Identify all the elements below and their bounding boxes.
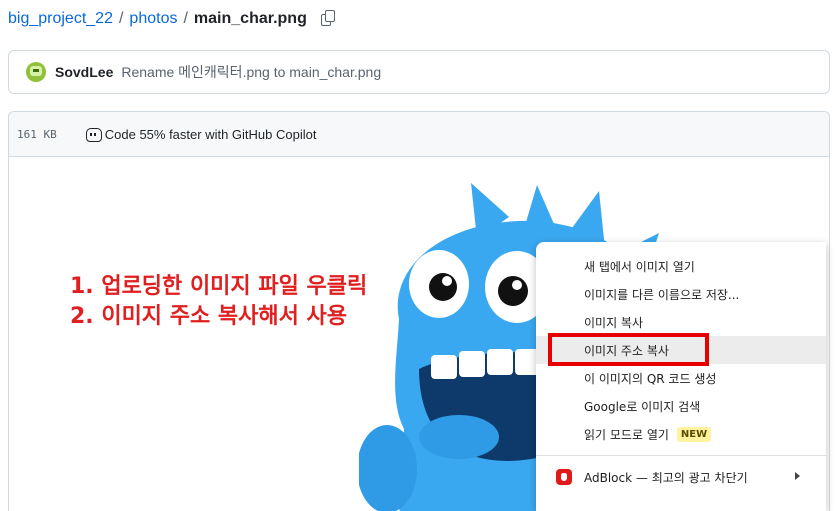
avatar[interactable] [26, 62, 46, 82]
menu-item-label: 이미지 주소 복사 [584, 343, 669, 358]
breadcrumb-folder-link[interactable]: photos [129, 10, 177, 28]
menu-item-label: 읽기 모드로 열기 [584, 427, 669, 442]
breadcrumb-repo-link[interactable]: big_project_22 [8, 10, 113, 28]
file-header: 161 KB Code 55% faster with GitHub Copil… [9, 112, 829, 157]
instruction-step-1: 1. 업로딩한 이미지 파일 우클릭 [70, 274, 368, 299]
menu-item-label: 이 이미지의 QR 코드 생성 [584, 371, 717, 386]
menu-create-qr-code[interactable]: 이 이미지의 QR 코드 생성 [536, 364, 826, 392]
menu-copy-image-address[interactable]: 이미지 주소 복사 [536, 336, 826, 364]
menu-item-label: Google로 이미지 검색 [584, 399, 701, 414]
annotation-instructions: 1. 업로딩한 이미지 파일 우클릭 2. 이미지 주소 복사해서 사용 [70, 272, 367, 332]
menu-search-image-google[interactable]: Google로 이미지 검색 [536, 392, 826, 420]
menu-item-label: 이미지 복사 [584, 315, 644, 330]
latest-commit-bar: SovdLee Rename 메인캐릭터.png to main_char.pn… [8, 50, 830, 94]
copilot-icon [85, 127, 102, 142]
file-size: 161 KB [17, 127, 57, 141]
adblock-icon [556, 469, 572, 485]
copy-path-button[interactable] [319, 9, 339, 29]
commit-author[interactable]: SovdLee [55, 64, 113, 80]
menu-divider [536, 455, 826, 456]
menu-item-label: 새 탭에서 이미지 열기 [584, 259, 695, 274]
menu-item-label: AdBlock — 최고의 광고 차단기 [584, 470, 748, 485]
breadcrumb: big_project_22 / photos / main_char.png [8, 8, 339, 30]
breadcrumb-separator: / [183, 10, 188, 27]
breadcrumb-separator: / [118, 10, 124, 27]
menu-save-image-as[interactable]: 이미지를 다른 이름으로 저장... [536, 280, 826, 308]
instruction-step-2: 2. 이미지 주소 복사해서 사용 [70, 304, 347, 329]
image-context-menu: 새 탭에서 이미지 열기 이미지를 다른 이름으로 저장... 이미지 복사 이… [536, 242, 826, 511]
commit-message[interactable]: Rename 메인캐릭터.png to main_char.png [121, 62, 381, 82]
submenu-arrow-icon [795, 472, 800, 480]
menu-copy-image[interactable]: 이미지 복사 [536, 308, 826, 336]
breadcrumb-file-name: main_char.png [193, 10, 307, 27]
menu-open-reading-mode[interactable]: 읽기 모드로 열기 NEW [536, 420, 826, 448]
new-badge: NEW [676, 426, 712, 442]
copilot-promo-link[interactable]: Code 55% faster with GitHub Copilot [105, 127, 317, 142]
menu-adblock[interactable]: AdBlock — 최고의 광고 차단기 [536, 463, 826, 491]
menu-open-image-new-tab[interactable]: 새 탭에서 이미지 열기 [536, 252, 826, 280]
menu-item-label: 이미지를 다른 이름으로 저장... [584, 287, 740, 302]
